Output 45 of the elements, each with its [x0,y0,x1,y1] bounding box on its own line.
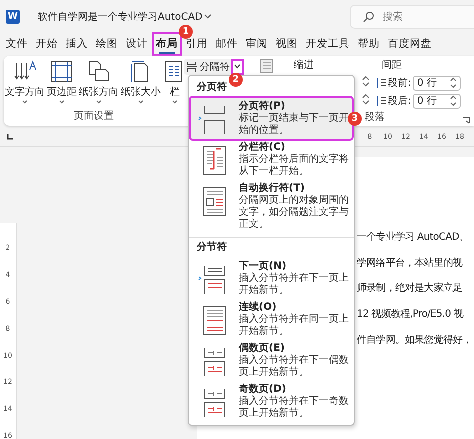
layout-button[interactable]: 栏 [163,60,187,105]
spacing-label: 间距 [381,59,403,73]
document-text: 学网络平台，本站里的视 [357,256,463,270]
search-field[interactable]: 搜索 [350,4,474,28]
document-text: 件自学网。如果您觉得好， [357,334,472,348]
document-text: 12 视频教程,Pro/E5.0 视 [357,308,464,322]
section-heading: 分节符 [197,242,227,254]
menu-item[interactable]: 偶数页(E) 插入分节符并在下一偶数页上开始新节。 [191,340,352,381]
menu-tab[interactable]: 设计 [125,35,149,53]
document-text: 师录制，绝对是大家立足 [357,282,463,296]
input-field[interactable]: 0 行 [413,76,462,90]
layout-button[interactable]: 文字方向 [5,60,45,105]
field-label: 段后: [388,94,412,108]
menu-tab[interactable]: 开发工具 [305,35,351,53]
menu-item[interactable]: 下一页(N) 插入分节符并在下一页上开始新节。 [191,258,352,299]
menu-tab[interactable]: 插入 [65,35,89,53]
menu-tab[interactable]: 邮件 [215,35,239,53]
app-logo: W [6,10,20,24]
layout-button[interactable]: 纸张方向 [79,60,119,105]
group-label: 段落 [365,110,385,124]
menu-tab[interactable]: 视图 [275,35,299,53]
menu-tab[interactable]: 布局 [155,35,179,53]
menu-item[interactable]: 分栏符(C) 指示分栏符后面的文字将从下一栏开始。 [191,139,352,180]
menu-tab[interactable]: 绘图 [95,35,119,53]
menu-item[interactable]: 分页符(P) 标记一页结束与下一页开始的位置。 [191,98,352,139]
menu-item[interactable]: 奇数页(D) 插入分节符并在下一奇数页上开始新节。 [191,381,352,422]
input-field[interactable]: 0 行 [413,94,462,108]
section-heading: 分页符 [197,82,227,94]
menu-tab[interactable]: 审阅 [245,35,269,53]
document-title: 软件自学网是一个专业学习AutoCAD [38,10,203,24]
breaks-button[interactable]: 分隔符 [184,59,232,75]
group-label: 页面设置 [74,110,114,123]
menu-tab[interactable]: 开始 [35,35,59,53]
step-badge: 2 [229,73,243,87]
menu-tab[interactable]: 文件 [5,35,29,53]
menu-item[interactable]: 连续(O) 插入分节符并在同一页上开始新节。 [191,299,352,340]
layout-button[interactable]: 页边距 [47,60,77,105]
menu-tab[interactable]: 帮助 [357,35,381,53]
menu-item[interactable]: 自动换行符(T) 分隔网页上的对象周围的文字，如分隔题注文字与正文。 [191,180,352,233]
menu-tab[interactable]: 百度网盘 [387,35,433,53]
step-badge: 1 [179,25,193,39]
field-label: 段前: [388,77,412,90]
layout-button[interactable]: 纸张大小 [121,60,161,105]
indent-label: 缩进 [293,58,315,73]
document-text: 一个专业学习 AutoCAD、 [357,230,469,244]
